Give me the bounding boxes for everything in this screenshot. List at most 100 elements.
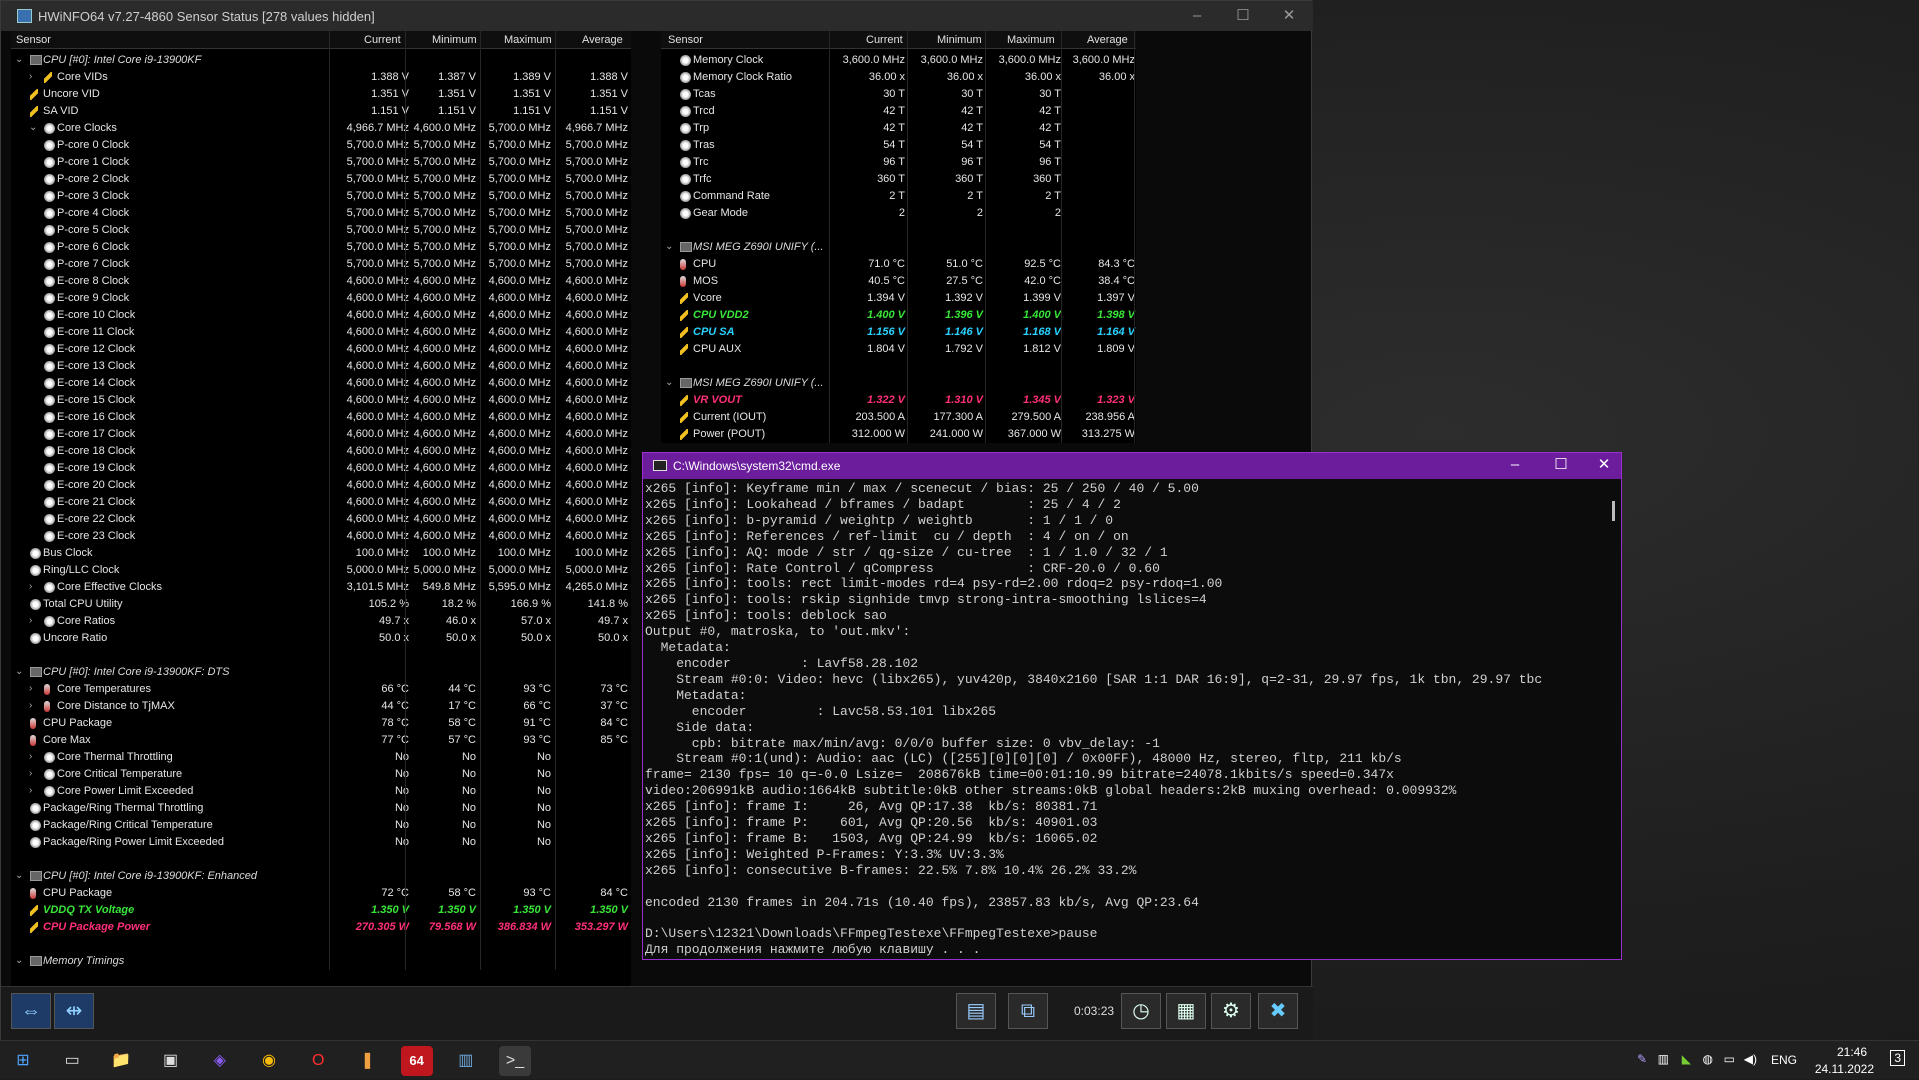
- sensor-row[interactable]: › Core Ratios 49.7 x 46.0 x 57.0 x 49.7 x: [11, 613, 631, 630]
- collapse-chevron-icon[interactable]: ⌄: [665, 241, 673, 252]
- collapse-chevron-icon[interactable]: ⌄: [15, 870, 23, 881]
- column-divider[interactable]: [907, 31, 908, 443]
- sensor-row[interactable]: P-core 4 Clock 5,700.0 MHz 5,700.0 MHz 5,70…: [11, 205, 631, 222]
- sensor-row[interactable]: E-core 23 Clock 4,600.0 MHz 4,600.0 MHz 4,6…: [11, 528, 631, 545]
- expand-chevron-icon[interactable]: ›: [29, 785, 32, 796]
- nvidia-icon[interactable]: ◣: [1682, 1052, 1691, 1066]
- sensor-row[interactable]: E-core 20 Clock 4,600.0 MHz 4,600.0 MHz 4,6…: [11, 477, 631, 494]
- sensor-row[interactable]: Ring/LLC Clock 5,000.0 MHz 5,000.0 MHz 5,00…: [11, 562, 631, 579]
- clock-icon[interactable]: ◷: [1121, 993, 1161, 1029]
- network-tray-icon[interactable]: ▥: [1658, 1052, 1669, 1066]
- sensor-row[interactable]: Current (IOUT) 203.500 A 177.300 A 279.500 …: [661, 409, 1136, 426]
- app-tool-icon[interactable]: ❚: [351, 1046, 383, 1076]
- sensor-row[interactable]: E-core 11 Clock 4,600.0 MHz 4,600.0 MHz 4,6…: [11, 324, 631, 341]
- monitor-icon[interactable]: ▤: [956, 993, 996, 1029]
- security-icon[interactable]: ◍: [1703, 1052, 1713, 1066]
- sensor-row[interactable]: P-core 1 Clock 5,700.0 MHz 5,700.0 MHz 5,70…: [11, 154, 631, 171]
- sensor-row[interactable]: Bus Clock 100.0 MHz 100.0 MHz 100.0 MHz 100.…: [11, 545, 631, 562]
- aida64-icon[interactable]: 64: [400, 1046, 433, 1076]
- sensor-row[interactable]: P-core 2 Clock 5,700.0 MHz 5,700.0 MHz 5,70…: [11, 171, 631, 188]
- sensor-row[interactable]: E-core 10 Clock 4,600.0 MHz 4,600.0 MHz 4,6…: [11, 307, 631, 324]
- sensor-group-row[interactable]: ⌄ MSI MEG Z690I UNIFY (...: [661, 375, 1136, 392]
- col-minimum[interactable]: Minimum: [937, 34, 982, 46]
- sensor-row[interactable]: P-core 3 Clock 5,700.0 MHz 5,700.0 MHz 5,70…: [11, 188, 631, 205]
- minimize-button[interactable]: –: [1177, 5, 1217, 27]
- cmd-minimize-button[interactable]: –: [1495, 454, 1535, 476]
- network-icon[interactable]: ⧉: [1008, 993, 1048, 1029]
- column-divider[interactable]: [985, 31, 986, 443]
- cmd-maximize-button[interactable]: ☐: [1541, 454, 1581, 476]
- sensor-row[interactable]: E-core 13 Clock 4,600.0 MHz 4,600.0 MHz 4,6…: [11, 358, 631, 375]
- sensor-group-row[interactable]: ⌄ Memory Timings: [11, 953, 631, 970]
- sensor-row[interactable]: Package/Ring Power Limit Exceeded No No No: [11, 834, 631, 851]
- file-explorer-icon[interactable]: 📁: [105, 1046, 137, 1076]
- nav-collapse-icon[interactable]: ⇹: [54, 993, 94, 1029]
- sensor-row[interactable]: E-core 8 Clock 4,600.0 MHz 4,600.0 MHz 4,60…: [11, 273, 631, 290]
- sensor-row[interactable]: P-core 0 Clock 5,700.0 MHz 5,700.0 MHz 5,70…: [11, 137, 631, 154]
- app-purple-icon[interactable]: ◈: [204, 1046, 236, 1076]
- sensor-row[interactable]: › Core Power Limit Exceeded No No No: [11, 783, 631, 800]
- expand-chevron-icon[interactable]: ›: [29, 768, 32, 779]
- sensor-row[interactable]: CPU VDD2 1.400 V 1.396 V 1.400 V 1.398 V: [661, 307, 1136, 324]
- sensor-row[interactable]: Memory Clock 3,600.0 MHz 3,600.0 MHz 3,600.…: [661, 52, 1136, 69]
- opera-icon[interactable]: O: [302, 1046, 334, 1076]
- app-monitor-icon[interactable]: ▣: [155, 1046, 187, 1076]
- col-sensor[interactable]: Sensor: [668, 34, 703, 46]
- sensor-row[interactable]: SA VID 1.151 V 1.151 V 1.151 V 1.151 V: [11, 103, 631, 120]
- maximize-button[interactable]: ☐: [1223, 5, 1263, 27]
- sensor-row[interactable]: E-core 19 Clock 4,600.0 MHz 4,600.0 MHz 4,6…: [11, 460, 631, 477]
- column-divider[interactable]: [829, 31, 830, 443]
- sensor-group-row[interactable]: ⌄ CPU [#0]: Intel Core i9-13900KF: [11, 52, 631, 69]
- clock-date[interactable]: 24.11.2022: [1815, 1062, 1874, 1076]
- sensor-row[interactable]: CPU Package 78 °C 58 °C 91 °C 84 °C: [11, 715, 631, 732]
- sensor-row[interactable]: Trcd 42 T 42 T 42 T: [661, 103, 1136, 120]
- chrome-icon[interactable]: ◉: [253, 1046, 285, 1076]
- sensor-row[interactable]: E-core 14 Clock 4,600.0 MHz 4,600.0 MHz 4,6…: [11, 375, 631, 392]
- display-icon[interactable]: ▭: [1724, 1052, 1735, 1066]
- sensor-row[interactable]: Trfc 360 T 360 T 360 T: [661, 171, 1136, 188]
- sensor-row[interactable]: CPU SA 1.156 V 1.146 V 1.168 V 1.164 V: [661, 324, 1136, 341]
- sensor-table-left[interactable]: Sensor Current Minimum Maximum Average ⌄…: [11, 31, 631, 986]
- sensor-row[interactable]: › Core VIDs 1.388 V 1.387 V 1.389 V 1.388 V: [11, 69, 631, 86]
- sensor-row[interactable]: VR VOUT 1.322 V 1.310 V 1.345 V 1.323 V: [661, 392, 1136, 409]
- notification-badge[interactable]: 3: [1890, 1050, 1905, 1066]
- column-divider[interactable]: [405, 31, 406, 970]
- column-divider[interactable]: [329, 31, 330, 970]
- expand-chevron-icon[interactable]: ›: [29, 751, 32, 762]
- column-divider[interactable]: [1061, 31, 1062, 443]
- sensor-table-right[interactable]: Sensor Current Minimum Maximum Average M…: [661, 31, 1136, 443]
- sensor-row[interactable]: ⌄ Core Clocks 4,966.7 MHz 4,600.0 MHz 5,700.…: [11, 120, 631, 137]
- column-divider[interactable]: [555, 31, 556, 970]
- expand-chevron-icon[interactable]: ›: [29, 683, 32, 694]
- sensor-row[interactable]: Tcas 30 T 30 T 30 T: [661, 86, 1136, 103]
- sensor-row[interactable]: CPU AUX 1.804 V 1.792 V 1.812 V 1.809 V: [661, 341, 1136, 358]
- pen-icon[interactable]: ✎: [1637, 1052, 1647, 1066]
- sensor-row[interactable]: › Core Temperatures 66 °C 44 °C 93 °C 73 °C: [11, 681, 631, 698]
- col-sensor[interactable]: Sensor: [16, 34, 51, 46]
- sensor-row[interactable]: Trp 42 T 42 T 42 T: [661, 120, 1136, 137]
- cmd-taskbar-icon[interactable]: >_: [499, 1046, 531, 1076]
- sensor-row[interactable]: E-core 12 Clock 4,600.0 MHz 4,600.0 MHz 4,6…: [11, 341, 631, 358]
- sensor-row[interactable]: Core Max 77 °C 57 °C 93 °C 85 °C: [11, 732, 631, 749]
- sensor-row[interactable]: E-core 22 Clock 4,600.0 MHz 4,600.0 MHz 4,6…: [11, 511, 631, 528]
- start-icon[interactable]: ⊞: [7, 1046, 39, 1076]
- close-button[interactable]: ✕: [1269, 5, 1309, 27]
- cmd-output[interactable]: x265 [info]: Keyframe min / max / scenec…: [645, 481, 1611, 959]
- sensor-row[interactable]: E-core 15 Clock 4,600.0 MHz 4,600.0 MHz 4,6…: [11, 392, 631, 409]
- col-minimum[interactable]: Minimum: [432, 34, 477, 46]
- sensor-row[interactable]: Trc 96 T 96 T 96 T: [661, 154, 1136, 171]
- col-current[interactable]: Current: [364, 34, 401, 46]
- col-maximum[interactable]: Maximum: [1007, 34, 1055, 46]
- sensor-group-row[interactable]: ⌄ CPU [#0]: Intel Core i9-13900KF: DTS: [11, 664, 631, 681]
- language-indicator[interactable]: ENG: [1771, 1053, 1797, 1067]
- settings-gear-icon[interactable]: ⚙: [1211, 993, 1251, 1029]
- collapse-chevron-icon[interactable]: ⌄: [29, 122, 37, 133]
- col-average[interactable]: Average: [582, 34, 623, 46]
- col-maximum[interactable]: Maximum: [504, 34, 552, 46]
- sensor-row[interactable]: Package/Ring Critical Temperature No No No: [11, 817, 631, 834]
- sensor-row[interactable]: › Core Thermal Throttling No No No: [11, 749, 631, 766]
- sensor-row[interactable]: CPU Package 72 °C 58 °C 93 °C 84 °C: [11, 885, 631, 902]
- sensor-row[interactable]: Package/Ring Thermal Throttling No No No: [11, 800, 631, 817]
- close-x-icon[interactable]: ✖: [1258, 993, 1298, 1029]
- collapse-chevron-icon[interactable]: ⌄: [665, 377, 673, 388]
